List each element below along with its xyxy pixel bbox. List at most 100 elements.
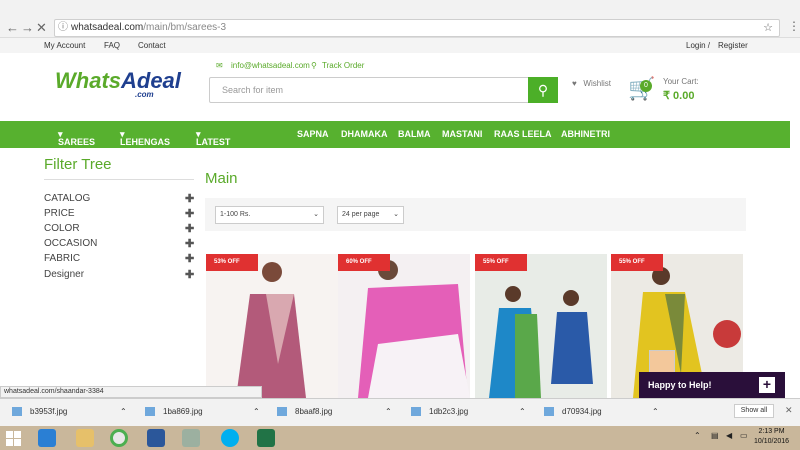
windows-start-icon[interactable] — [6, 431, 21, 446]
location-pin-icon: ⚲ — [311, 61, 317, 70]
word-icon[interactable] — [147, 429, 165, 447]
image-file-icon — [145, 407, 155, 417]
wishlist-link[interactable]: ♥ Wishlist — [572, 79, 611, 88]
chat-expand-icon[interactable]: + — [759, 377, 775, 393]
browser-menu-icon[interactable]: ⋮ — [788, 19, 800, 33]
download-item[interactable]: 1ba869.jpg ⌃ — [145, 407, 260, 417]
download-item[interactable]: 1db2c3.jpg ⌃ — [411, 407, 526, 417]
nav-item-raas-leela[interactable]: RAAS LEELA — [494, 129, 552, 139]
expand-plus-icon[interactable]: ✚ — [185, 192, 194, 205]
price-select[interactable]: 1-100 Rs. ⌄ — [215, 206, 324, 224]
search-box[interactable]: Search for item ⚲ — [209, 77, 558, 103]
login-link[interactable]: Login / — [686, 38, 710, 53]
taskbar: ⌃ ▤ ◀ ▭ — [0, 426, 800, 450]
product-image[interactable] — [475, 254, 607, 398]
filter-item-designer[interactable]: Designer — [44, 269, 84, 280]
bookmark-star-icon[interactable]: ☆ — [763, 20, 773, 36]
chevron-down-icon: ⌄ — [393, 211, 399, 218]
chrome-icon[interactable] — [110, 429, 128, 447]
expand-plus-icon[interactable]: ✚ — [185, 252, 194, 265]
faq-link[interactable]: FAQ — [104, 38, 120, 53]
product-card[interactable]: 53% OFF — [206, 254, 338, 398]
url-path: /main/bm/sarees-3 — [143, 22, 227, 33]
per-page-select[interactable]: 24 per page ⌄ — [337, 206, 404, 224]
track-order-link[interactable]: Track Order — [322, 61, 364, 70]
expand-plus-icon[interactable]: ✚ — [185, 207, 194, 220]
close-icon[interactable]: ✕ — [785, 405, 793, 416]
chat-widget[interactable]: Happy to Help! + — [639, 372, 785, 398]
nav-item-balma[interactable]: BALMA — [398, 129, 431, 139]
expand-plus-icon[interactable]: ✚ — [185, 237, 194, 250]
filter-item-catalog[interactable]: CATALOG — [44, 193, 90, 204]
back-icon[interactable]: ← — [6, 20, 19, 35]
skype-icon[interactable] — [221, 429, 239, 447]
info-icon[interactable]: ⓘ — [58, 20, 68, 36]
nav-item-dhamaka[interactable]: DHAMAKA — [341, 129, 388, 139]
expand-plus-icon[interactable]: ✚ — [185, 268, 194, 281]
cart-amount: ₹ 0.00 — [663, 90, 695, 102]
top-links-bar: My Account FAQ Contact Login / Register — [0, 38, 800, 53]
filter-tree-title: Filter Tree — [44, 156, 112, 173]
tray-chevron-icon[interactable]: ⌃ — [694, 431, 701, 440]
site-logo[interactable]: WhatsAdeal .com — [55, 68, 181, 99]
discount-tag: 60% OFF — [338, 254, 390, 271]
product-card[interactable]: 60% OFF — [338, 254, 470, 398]
register-link[interactable]: Register — [718, 38, 748, 53]
product-card[interactable]: 55% OFF — [475, 254, 607, 398]
download-item[interactable]: 8baaf8.jpg ⌃ — [277, 407, 392, 417]
nav-item-lehengas[interactable]: LEHENGAS ▾ — [120, 129, 170, 147]
chevron-up-icon: ⌃ — [385, 407, 392, 416]
my-account-link[interactable]: My Account — [44, 38, 85, 53]
chevron-up-icon: ⌃ — [652, 407, 659, 416]
browser-chrome: ← → ✕ ⓘ whatsadeal.com/main/bm/sarees-3 … — [0, 0, 800, 38]
file-explorer-icon[interactable] — [76, 429, 94, 447]
chevron-up-icon: ⌃ — [519, 407, 526, 416]
product-image[interactable] — [206, 254, 338, 398]
nav-item-latest-catalog[interactable]: LATEST CATALOG ▾ — [196, 129, 239, 157]
filter-item-color[interactable]: COLOR — [44, 223, 80, 234]
address-bar[interactable]: ⓘ whatsadeal.com/main/bm/sarees-3 ☆ — [54, 19, 780, 37]
discount-tag: 55% OFF — [475, 254, 527, 271]
filter-item-occasion[interactable]: OCCASION — [44, 238, 97, 249]
show-all-button[interactable]: Show all — [734, 404, 774, 418]
filter-item-fabric[interactable]: FABRIC — [44, 253, 80, 264]
email-link[interactable]: info@whatsadeal.com — [231, 61, 310, 70]
product-image[interactable] — [338, 254, 470, 398]
cart-count-badge: 0 — [640, 80, 652, 92]
downloads-bar: b3953f.jpg ⌃ 1ba869.jpg ⌃ 8baaf8.jpg ⌃ 1db2… — [0, 398, 800, 426]
system-clock[interactable]: 2:13 PM 10/10/2016 — [754, 427, 789, 447]
nav-item-mastani[interactable]: MASTANI — [442, 129, 482, 139]
search-button[interactable]: ⚲ — [528, 77, 558, 103]
discount-tag: 53% OFF — [206, 254, 258, 271]
image-file-icon — [544, 407, 554, 417]
keyboard-icon[interactable]: ▭ — [740, 431, 748, 440]
chevron-up-icon: ⌃ — [253, 407, 260, 416]
search-icon: ⚲ — [537, 82, 549, 98]
expand-plus-icon[interactable]: ✚ — [185, 222, 194, 235]
forward-icon[interactable]: → — [21, 20, 34, 35]
cart-label: Your Cart: — [663, 77, 699, 86]
url-host: whatsadeal.com — [71, 22, 144, 33]
image-file-icon — [277, 407, 287, 417]
chat-avatar[interactable] — [649, 350, 675, 374]
nav-item-sarees[interactable]: SAREES ▾ — [58, 129, 95, 147]
page-title: Main — [205, 170, 238, 187]
category-nav: SAREES ▾ LEHENGAS ▾ LATEST CATALOG ▾ SAP… — [0, 121, 790, 157]
network-icon[interactable]: ▤ — [711, 431, 719, 440]
search-input[interactable]: Search for item — [222, 85, 283, 95]
nav-item-abhinetri[interactable]: ABHINETRI — [561, 129, 610, 139]
internet-explorer-icon[interactable] — [38, 429, 56, 447]
volume-icon[interactable]: ◀ — [726, 431, 732, 440]
filter-item-price[interactable]: PRICE — [44, 208, 75, 219]
image-file-icon — [12, 407, 22, 417]
discount-tag: 55% OFF — [611, 254, 663, 271]
app-icon[interactable] — [182, 429, 200, 447]
contact-link[interactable]: Contact — [138, 38, 166, 53]
nav-item-sapna[interactable]: SAPNA — [297, 129, 329, 139]
download-item[interactable]: d70934.jpg ⌃ — [544, 407, 659, 417]
chevron-up-icon: ⌃ — [120, 407, 127, 416]
reload-icon[interactable]: ✕ — [36, 20, 47, 36]
image-file-icon — [411, 407, 421, 417]
download-item[interactable]: b3953f.jpg ⌃ — [12, 407, 127, 417]
excel-icon[interactable] — [257, 429, 275, 447]
